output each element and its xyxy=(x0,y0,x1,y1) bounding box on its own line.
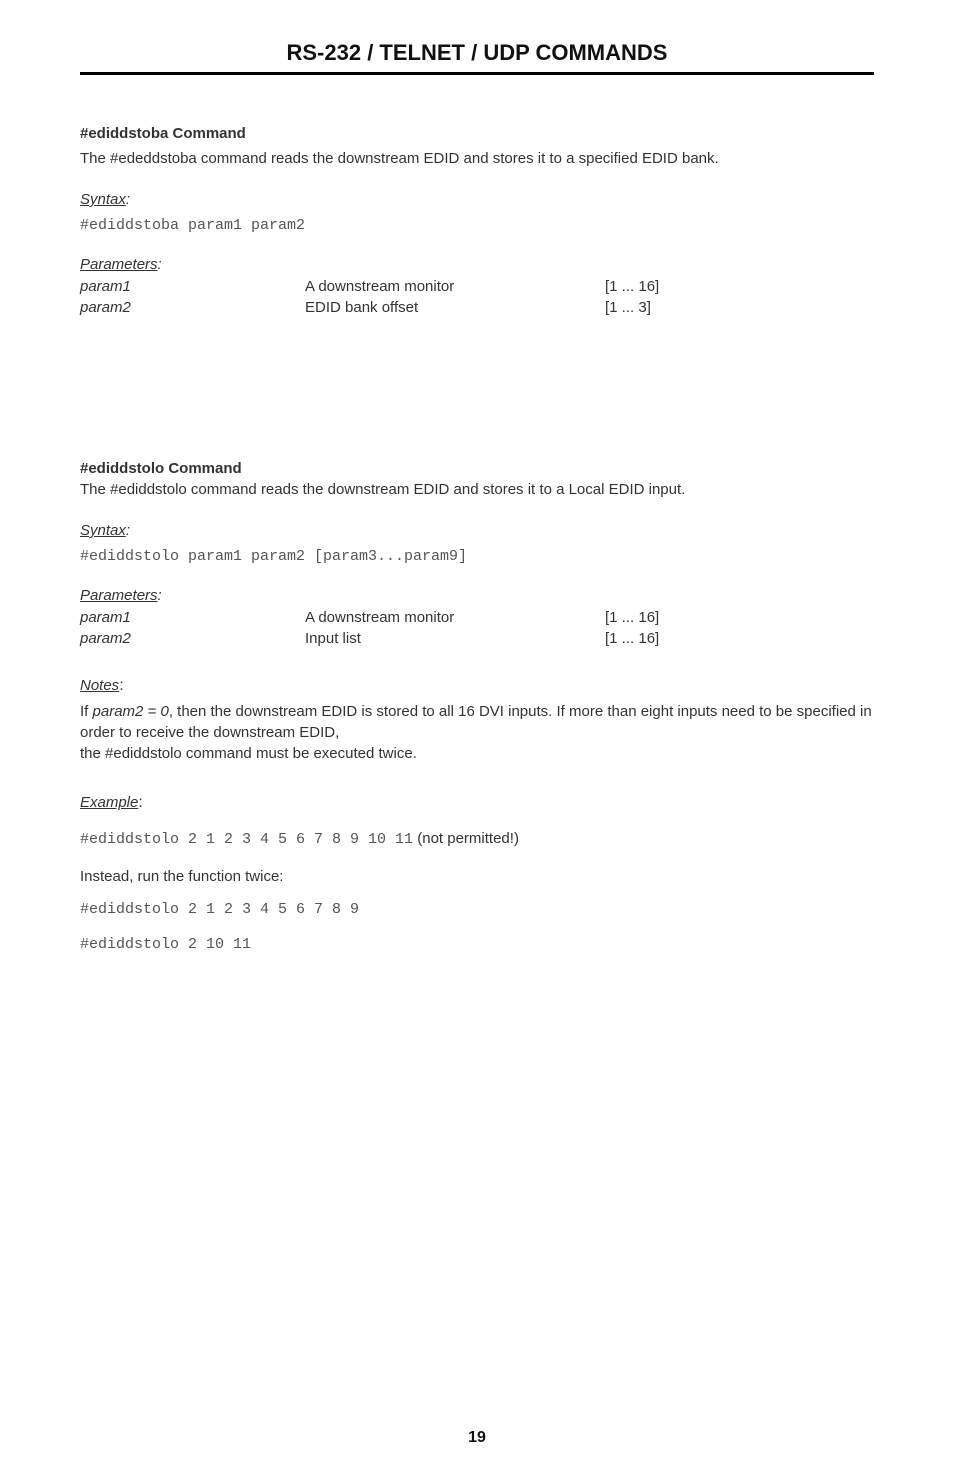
cmd2-syntax-label: Syntax xyxy=(80,522,126,539)
page-number: 19 xyxy=(0,1429,954,1447)
cmd2-notes: If param2 = 0, then the downstream EDID … xyxy=(80,701,874,764)
param-row: param2 EDID bank offset [1 ... 3] xyxy=(80,299,720,316)
param-desc: Input list xyxy=(305,630,605,647)
param-desc: A downstream monitor xyxy=(305,278,605,295)
param-name: param2 xyxy=(80,630,305,647)
param-row: param1 A downstream monitor [1 ... 16] xyxy=(80,609,720,626)
colon: : xyxy=(138,794,142,811)
param-desc: A downstream monitor xyxy=(305,609,605,626)
cmd2-example-label: Example xyxy=(80,794,138,811)
notes-prefix: If xyxy=(80,703,93,720)
notes-rest: , then the downstream EDID is stored to … xyxy=(80,703,872,741)
param-range: [1 ... 16] xyxy=(605,609,720,626)
cmd1-desc: The #ededdstoba command reads the downst… xyxy=(80,148,874,169)
param-desc: EDID bank offset xyxy=(305,299,605,316)
example-code-3: #ediddstolo 2 10 11 xyxy=(80,936,874,953)
param-range: [1 ... 3] xyxy=(605,299,720,316)
notes-line2: the #ediddstolo command must be executed… xyxy=(80,745,417,762)
colon: : xyxy=(126,522,130,539)
cmd1-syntax-label: Syntax xyxy=(80,191,126,208)
cmd2-notes-label: Notes xyxy=(80,677,119,694)
colon: : xyxy=(126,191,130,208)
colon: : xyxy=(158,256,162,273)
cmd2-title: #ediddstolo Command xyxy=(80,460,874,477)
cmd1-syntax-code: #ediddstoba param1 param2 xyxy=(80,217,874,234)
param-row: param1 A downstream monitor [1 ... 16] xyxy=(80,278,720,295)
cmd1-params-label: Parameters xyxy=(80,256,158,273)
notes-emph: param2 = 0 xyxy=(93,703,169,720)
cmd2-params-label: Parameters xyxy=(80,587,158,604)
param-name: param1 xyxy=(80,278,305,295)
header-rule xyxy=(80,72,874,75)
cmd2-syntax-code: #ediddstolo param1 param2 [param3...para… xyxy=(80,548,874,565)
example-code-1-note: (not permitted!) xyxy=(413,830,519,847)
param-range: [1 ... 16] xyxy=(605,630,720,647)
page-title: RS-232 / TELNET / UDP COMMANDS xyxy=(80,40,874,72)
example-code-2: #ediddstolo 2 1 2 3 4 5 6 7 8 9 xyxy=(80,901,874,918)
param-range: [1 ... 16] xyxy=(605,278,720,295)
param-row: param2 Input list [1 ... 16] xyxy=(80,630,720,647)
colon: : xyxy=(119,677,123,694)
param-name: param2 xyxy=(80,299,305,316)
colon: : xyxy=(158,587,162,604)
cmd2-desc: The #ediddstolo command reads the downst… xyxy=(80,479,874,500)
example-code-1: #ediddstolo 2 1 2 3 4 5 6 7 8 9 10 11 xyxy=(80,831,413,848)
param-name: param1 xyxy=(80,609,305,626)
example-instead: Instead, run the function twice: xyxy=(80,866,874,887)
cmd1-title: #ediddstoba Command xyxy=(80,125,874,142)
